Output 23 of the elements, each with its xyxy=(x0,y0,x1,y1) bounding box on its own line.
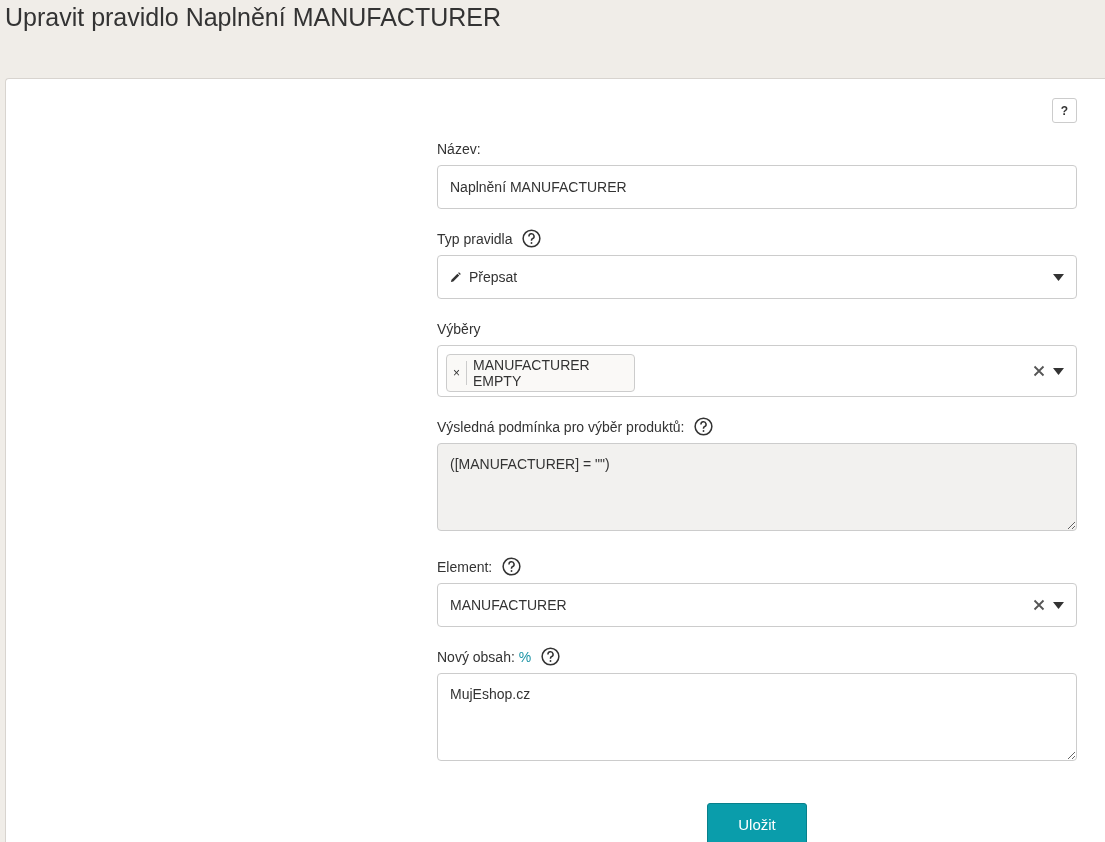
select-field[interactable]: Přepsat xyxy=(437,255,1077,299)
page-title: Upravit pravidlo Naplnění MANUFACTURER xyxy=(4,2,502,33)
tag-remove-button[interactable]: × xyxy=(447,361,467,385)
text-area[interactable]: MujEshop.cz xyxy=(437,673,1077,761)
tag-label: MANUFACTURER EMPTY xyxy=(472,356,591,391)
select-field[interactable]: MANUFACTURER xyxy=(437,583,1077,627)
field-label: Výběry xyxy=(437,321,481,337)
dropdown-caret-icon xyxy=(1053,601,1064,609)
text-input[interactable]: Naplnění MANUFACTURER xyxy=(437,165,1077,209)
clear-button[interactable] xyxy=(1033,365,1045,377)
percent-sign: % xyxy=(518,649,532,665)
help-button[interactable]: ? xyxy=(1052,98,1077,123)
text-area[interactable]: ([MANUFACTURER] = "") xyxy=(437,443,1077,531)
select-value: Přepsat xyxy=(469,267,518,287)
field-label: Element: xyxy=(437,559,493,575)
select-value: MANUFACTURER xyxy=(450,595,567,615)
field-label: Název: xyxy=(437,141,481,157)
dropdown-caret-icon xyxy=(1053,273,1064,281)
field-label: Typ pravidla xyxy=(437,231,513,247)
dropdown-caret-icon xyxy=(1053,367,1064,375)
clear-button[interactable] xyxy=(1033,599,1045,611)
field-label: Nový obsah: xyxy=(437,649,515,665)
field-label: Výsledná podmínka pro výběr produktů: xyxy=(437,419,685,435)
